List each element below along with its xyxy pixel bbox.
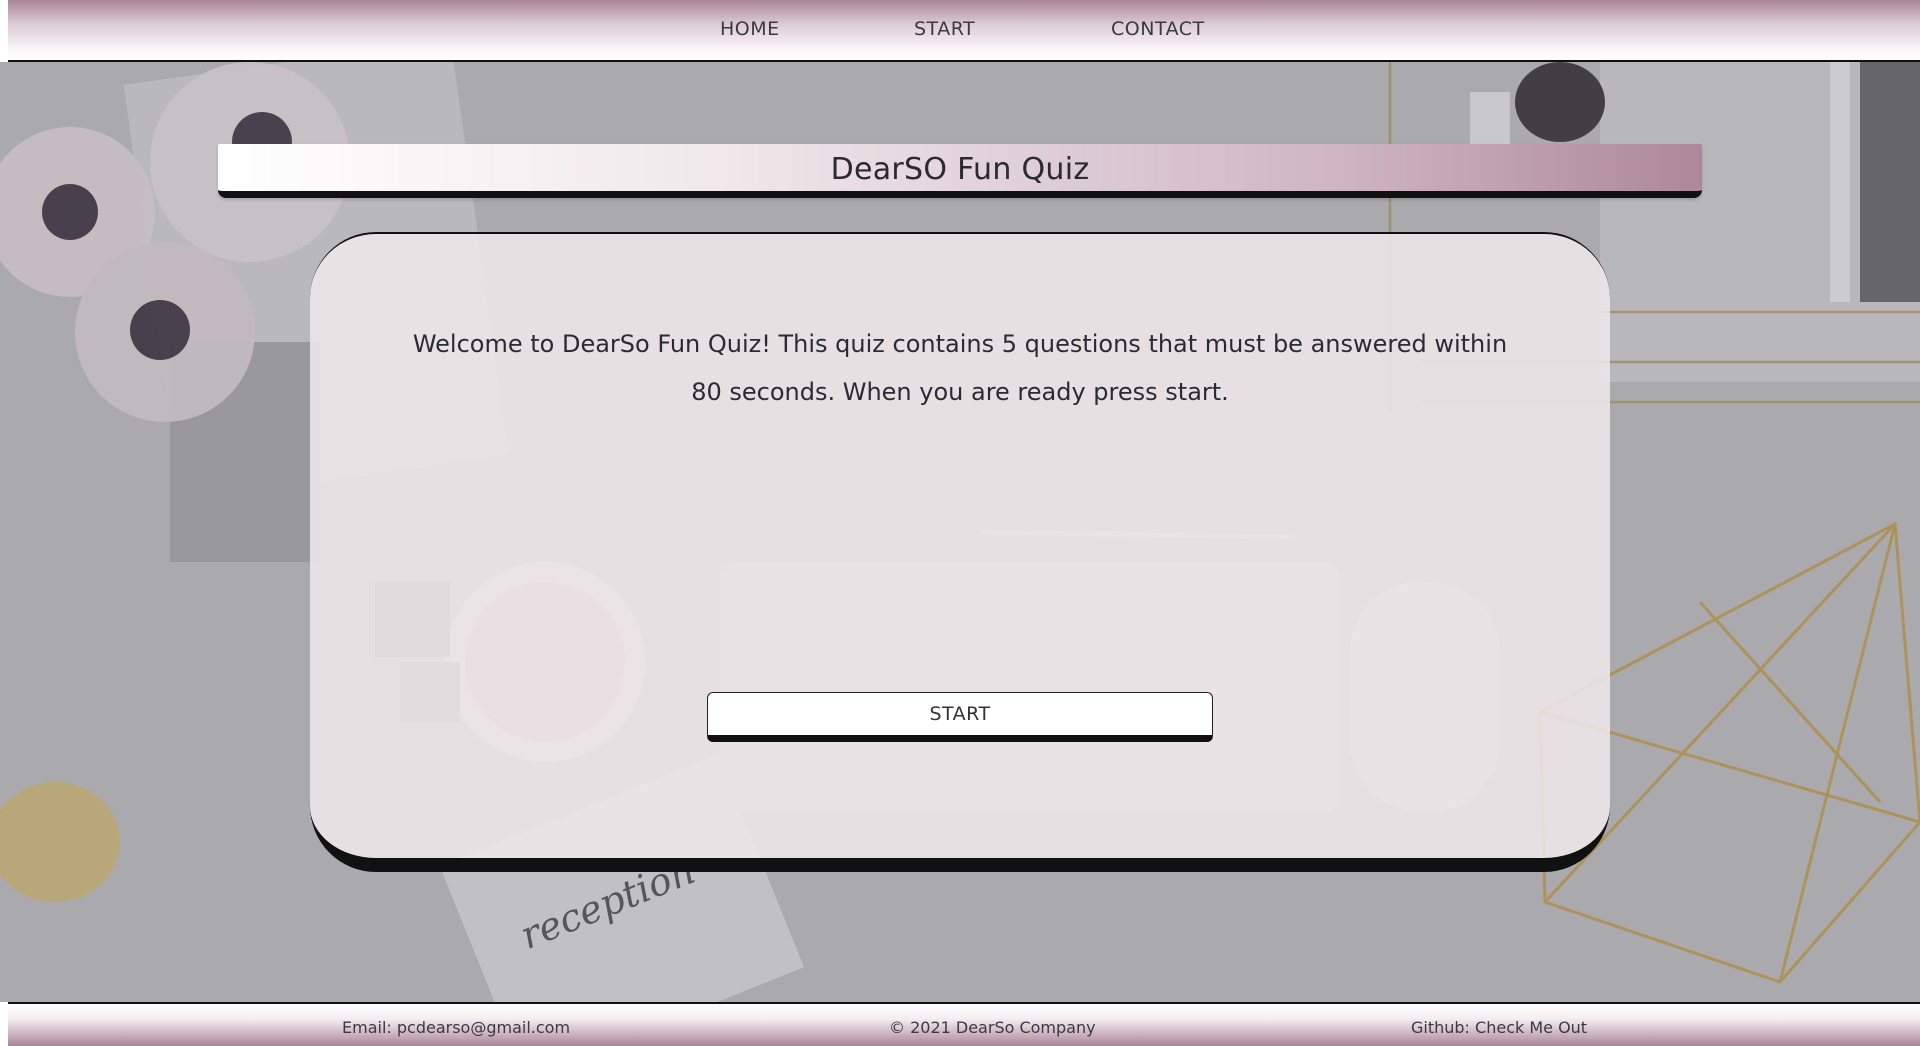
start-quiz-button[interactable]: START	[707, 692, 1213, 742]
footer-email: Email: pcdearso@gmail.com	[342, 1018, 571, 1037]
main-nav: HOME START CONTACT	[8, 0, 1920, 60]
nav-link-start[interactable]: START	[914, 18, 975, 40]
footer-github-link[interactable]: Github: Check Me Out	[1411, 1018, 1587, 1037]
top-nav-bar: HOME START CONTACT	[8, 0, 1920, 62]
footer: Email: pcdearso@gmail.com © 2021 DearSo …	[8, 1002, 1920, 1046]
page: HOME START CONTACT reception DearSO Fun …	[0, 0, 1920, 1046]
welcome-text: Welcome to DearSo Fun Quiz! This quiz co…	[412, 330, 1508, 406]
title-banner: DearSO Fun Quiz	[218, 144, 1702, 198]
nav-link-home[interactable]: HOME	[720, 18, 780, 40]
nav-link-contact[interactable]: CONTACT	[1111, 18, 1205, 40]
quiz-card: Welcome to DearSo Fun Quiz! This quiz co…	[310, 232, 1610, 872]
quiz-title: DearSO Fun Quiz	[830, 152, 1090, 187]
footer-copyright: © 2021 DearSo Company	[889, 1018, 1096, 1037]
